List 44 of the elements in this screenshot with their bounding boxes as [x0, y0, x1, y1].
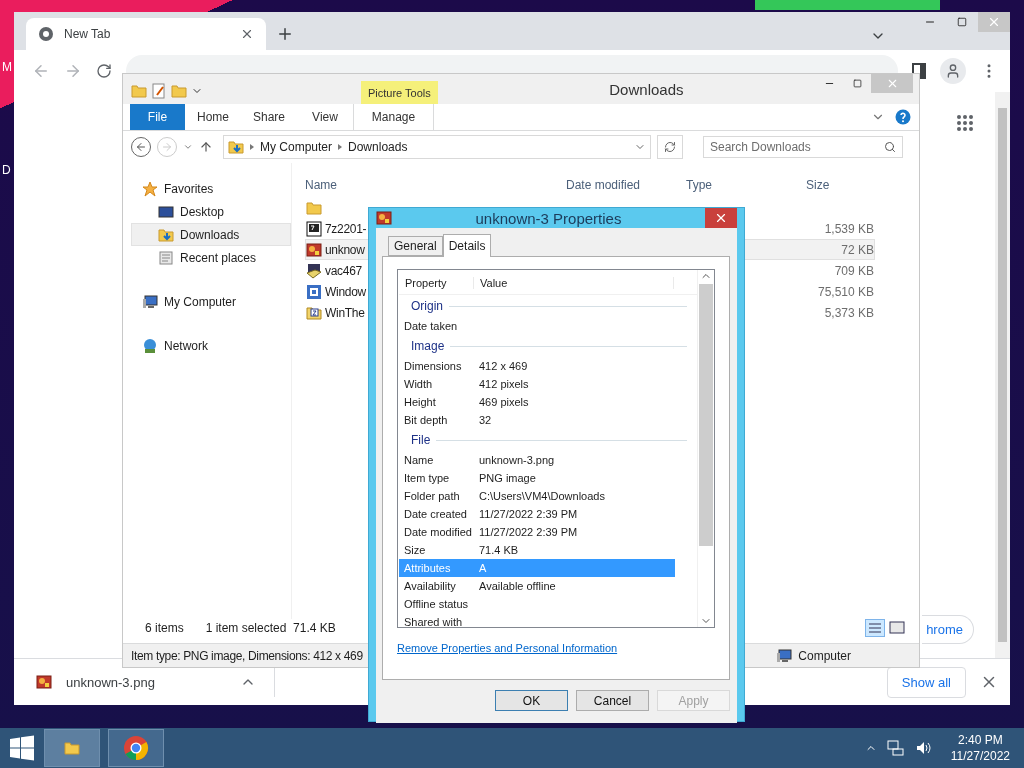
selection-info: 1 item selected 71.4 KB [205, 621, 336, 635]
property-value: 11/27/2022 2:39 PM [478, 526, 579, 538]
property-value: 71.4 KB [478, 544, 520, 556]
details-text: Item type: PNG image, Dimensions: 412 x 469 [131, 648, 363, 663]
property-name: Height [403, 396, 437, 408]
property-name: Size [403, 544, 427, 556]
property-name: Date created [403, 508, 468, 520]
window-title: Downloads [608, 80, 685, 98]
contextual-tab-header: Picture Tools [361, 81, 438, 104]
property-name: Date modified [403, 526, 473, 538]
property-value: A [478, 562, 488, 574]
desktop-icon-label: D [2, 163, 11, 177]
property-name: Folder path [403, 490, 461, 502]
property-value: C:\Users\VM4\Downloads [478, 490, 606, 502]
property-value: PNG image [478, 472, 537, 484]
property-name: Shared with [403, 616, 464, 627]
property-value: Available offline [478, 580, 557, 592]
property-value: unknown-3.png [478, 454, 556, 466]
property-value: 412 x 469 [478, 360, 529, 372]
location-label: Computer [798, 648, 851, 663]
file-size: 5,373 KB [823, 305, 874, 320]
property-name: Item type [403, 472, 451, 484]
property-value: 469 pixels [478, 396, 530, 408]
property-name: Bit depth [403, 414, 449, 426]
property-name: Offline status [403, 598, 469, 610]
desktop-icon-label: M [2, 60, 12, 74]
property-name: Availability [403, 580, 457, 592]
property-name: Name [403, 454, 435, 466]
property-name: Date taken [403, 320, 459, 332]
property-name: Width [403, 378, 434, 390]
group-heading: File [411, 433, 431, 447]
property-name: Attributes [403, 562, 452, 574]
property-name: Dimensions [403, 360, 463, 372]
group-heading: Origin [411, 299, 443, 313]
item-count: 6 items [145, 621, 184, 635]
property-value: 32 [478, 414, 493, 426]
file-size: 709 KB [833, 263, 874, 278]
property-value: 11/27/2022 2:39 PM [478, 508, 579, 520]
file-size: 75,510 KB [816, 284, 874, 299]
file-size: 1,539 KB [823, 221, 874, 236]
file-size: 72 KB [840, 242, 874, 257]
dialog-title: unknown-3 Properties [474, 209, 623, 227]
group-heading: Image [411, 339, 445, 353]
property-value: 412 pixels [478, 378, 530, 390]
